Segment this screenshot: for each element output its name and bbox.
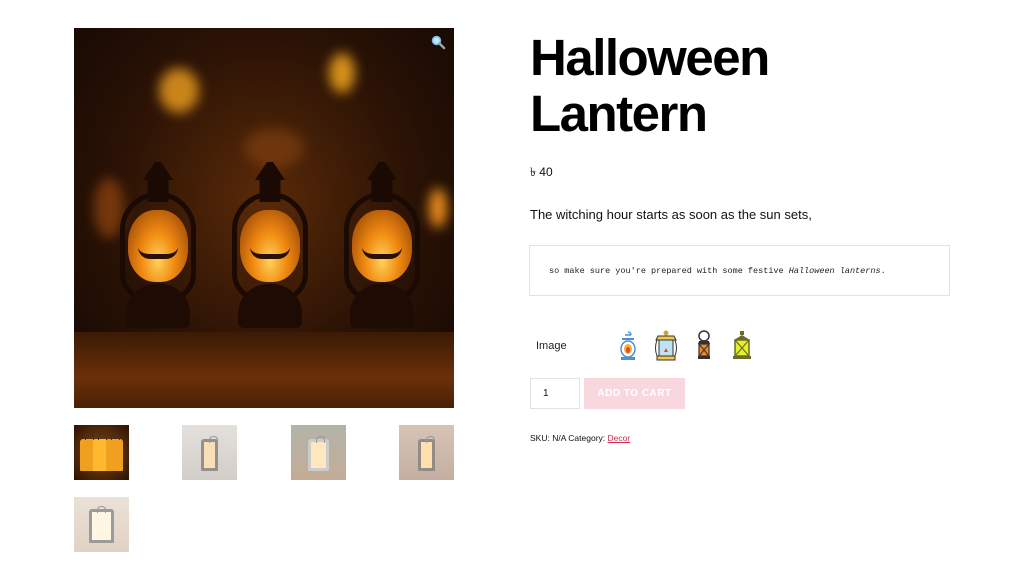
green-lantern-icon	[733, 331, 751, 359]
swatch-orange-ring-lantern[interactable]	[690, 330, 718, 362]
main-product-image[interactable]	[74, 28, 454, 408]
preformatted-description: so make sure you're prepared with some f…	[529, 245, 950, 296]
add-to-cart-form: ADD TO CART	[530, 378, 950, 409]
sku-label: SKU:	[530, 433, 550, 443]
preformatted-suffix: .	[880, 266, 886, 276]
thumbnail[interactable]	[74, 497, 129, 552]
variation-row: Image	[530, 326, 950, 366]
product-gallery	[74, 28, 454, 552]
sku-value: N/A	[552, 433, 566, 443]
quantity-input[interactable]	[530, 378, 580, 409]
thumbnail[interactable]	[74, 425, 129, 480]
magnifier-icon[interactable]	[430, 34, 446, 50]
lantern-figure	[228, 162, 312, 332]
preformatted-text: so make sure you're prepared with some f…	[549, 266, 789, 276]
swatch-blue-oil-lantern[interactable]	[614, 330, 642, 362]
product-title: Halloween Lantern	[530, 30, 950, 142]
product-price: ৳ 40	[530, 165, 553, 179]
thumbnail-list	[74, 425, 454, 552]
swatch-green-lantern[interactable]	[728, 330, 756, 362]
thumbnail[interactable]	[398, 425, 454, 480]
product-summary: Halloween Lantern ৳ 40 The witching hour…	[529, 30, 950, 443]
orange-lantern-icon	[698, 330, 710, 359]
thumbnail[interactable]	[182, 425, 238, 480]
short-description: The witching hour starts as soon as the …	[530, 207, 812, 222]
product-meta: SKU: N/A Category: Decor	[530, 433, 950, 443]
product-title-line: Halloween	[530, 29, 770, 86]
variation-label: Image	[536, 340, 567, 352]
preformatted-emphasis: Halloween lanterns	[788, 266, 881, 276]
lantern-figure	[116, 162, 200, 332]
yellow-lantern-icon	[655, 330, 677, 361]
swatch-yellow-lantern[interactable]	[652, 330, 680, 362]
table-reflection	[74, 332, 454, 408]
add-to-cart-button[interactable]: ADD TO CART	[584, 378, 685, 409]
category-link[interactable]: Decor	[608, 433, 631, 443]
lantern-figure	[340, 162, 424, 332]
product-title-line: Lantern	[530, 85, 708, 142]
blue-lantern-icon	[620, 331, 636, 360]
variation-swatches	[614, 330, 756, 362]
thumbnail[interactable]	[290, 425, 346, 480]
category-label: Category:	[568, 433, 606, 443]
